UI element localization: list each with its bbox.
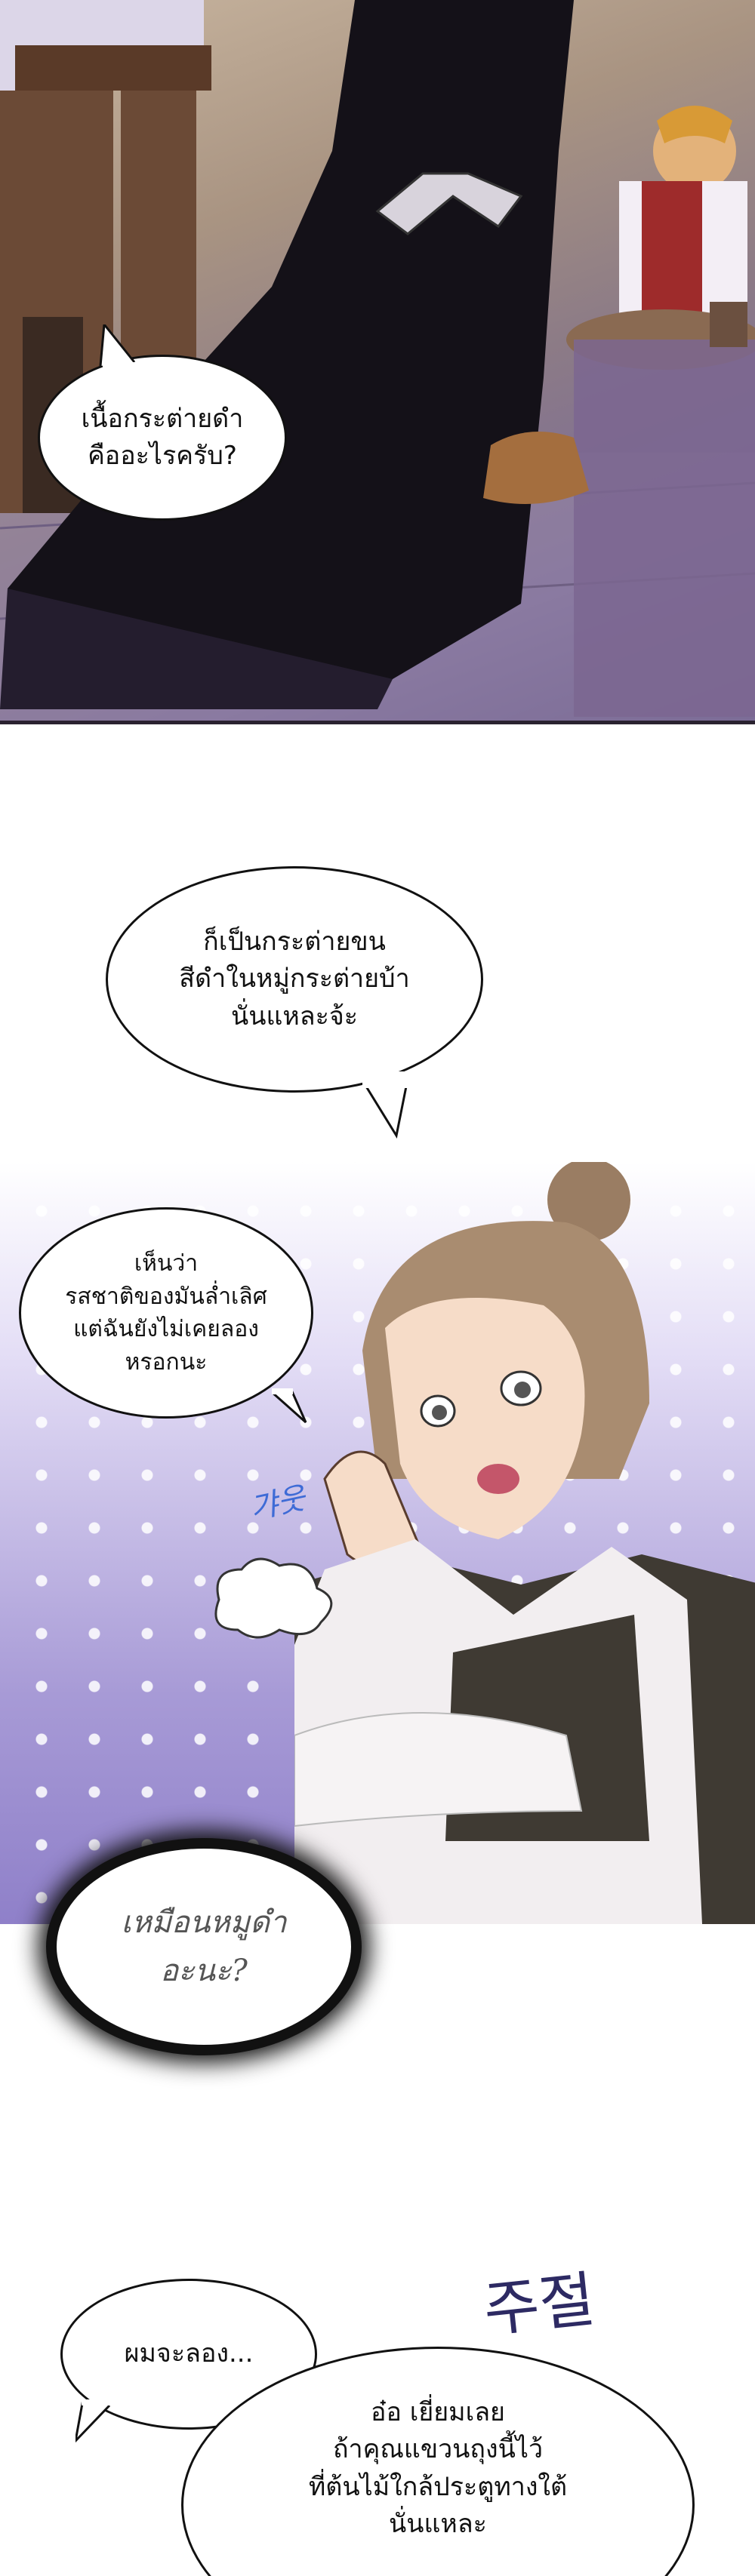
panel-tavern: เนื้อกระต่ายดำ คืออะไรครับ?: [0, 0, 755, 721]
sound-effect-mumble: 주절: [480, 2264, 599, 2346]
speech-bubble-tail: [76, 2399, 112, 2443]
speech-text: เห็นว่า รสชาติของมันล่ำเลิศ แต่ฉันยังไม่…: [65, 1250, 267, 1376]
thought-text: เหมือนหมูดำ อะนะ?: [121, 1905, 287, 1988]
webtoon-page: เนื้อกระต่ายดำ คืออะไรครับ? ก็เป็นกระต่า…: [0, 0, 755, 2576]
speech-text: ก็เป็นกระต่ายขน สีดำในหมู่กระต่ายบ้า นั่…: [179, 927, 410, 1031]
woman-character-illustration: [294, 1162, 755, 1924]
speech-text: อ๋อ เยี่ยมเลย ถ้าคุณแขวนถุงนี้ไว้ ที่ต้น…: [308, 2397, 568, 2539]
speech-text: ผมจะลอง...: [124, 2338, 254, 2369]
speech-bubble-tail: [272, 1388, 307, 1424]
speech-bubble-left: เห็นว่า รสชาติของมันล่ำเลิศ แต่ฉันยังไม่…: [19, 1207, 313, 1419]
speech-bubble-tail: [362, 1071, 415, 1139]
speech-text: เนื้อกระต่ายดำ คืออะไรครับ?: [81, 403, 244, 471]
panel-woman-thinking: เห็นว่า รสชาติของมันล่ำเลิศ แต่ฉันยังไม่…: [0, 1162, 755, 1924]
speech-bubble-tail: [99, 324, 136, 370]
speech-bubble-top: ก็เป็นกระต่ายขน สีดำในหมู่กระต่ายบ้า นั่…: [106, 866, 483, 1093]
speech-bubble: เนื้อกระต่ายดำ คืออะไรครับ?: [38, 355, 287, 521]
thought-bubble-dark: เหมือนหมูดำ อะนะ?: [57, 1849, 351, 2045]
panel-divider: [0, 721, 755, 724]
sigh-puff-icon: [214, 1557, 333, 1639]
